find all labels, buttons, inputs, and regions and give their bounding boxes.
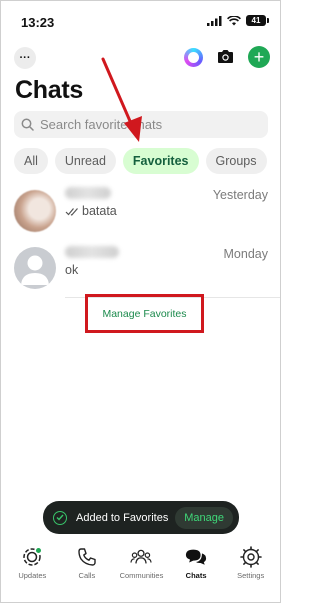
new-chat-button[interactable]: +	[248, 46, 270, 68]
gear-icon	[239, 546, 262, 568]
wifi-icon	[227, 15, 241, 25]
filter-chip-favorites[interactable]: Favorites	[122, 148, 199, 174]
chat-row[interactable]: Yesterday batata	[1, 185, 280, 245]
chat-preview: batata	[65, 204, 117, 218]
tab-calls[interactable]: Calls	[60, 546, 114, 602]
communities-icon	[130, 546, 153, 568]
page-title: Chats	[15, 76, 83, 104]
avatar	[14, 190, 56, 232]
phone-screen: 13:23 41 ··· + Chats Search favorite cha…	[0, 0, 281, 603]
search-icon	[21, 118, 34, 131]
chat-time: Yesterday	[212, 188, 268, 202]
manage-favorites-link[interactable]: Manage Favorites	[102, 308, 186, 320]
chat-preview: ok	[65, 263, 78, 277]
chat-time: Monday	[223, 247, 268, 261]
chat-preview-text: ok	[65, 263, 79, 277]
filter-chip-all[interactable]: All	[14, 148, 48, 174]
toast-notification: Added to Favorites Manage	[43, 501, 239, 534]
status-icons: 41	[207, 15, 269, 26]
battery-level: 41	[251, 16, 261, 25]
chat-name-blurred	[65, 187, 111, 199]
tab-label: Calls	[78, 571, 96, 580]
avatar	[14, 247, 56, 289]
chats-icon	[185, 546, 207, 568]
tab-label: Chats	[185, 571, 207, 580]
check-circle-icon	[53, 510, 67, 525]
tab-label: Settings	[237, 571, 265, 580]
annotation-highlight-box: Manage Favorites	[85, 294, 204, 333]
annotation-arrow	[101, 57, 142, 142]
camera-icon[interactable]	[217, 49, 234, 64]
more-options-button[interactable]: ···	[14, 47, 36, 69]
tab-communities[interactable]: Communities	[114, 546, 168, 602]
default-avatar-icon	[21, 255, 49, 285]
toast-message: Added to Favorites	[76, 511, 169, 524]
tab-settings[interactable]: Settings	[224, 546, 278, 602]
battery-icon: 41	[246, 15, 269, 26]
tab-label: Updates	[18, 571, 47, 580]
phone-icon	[76, 546, 98, 568]
bottom-tab-bar: Updates Calls Communities Chats Settings	[1, 541, 280, 602]
chat-name-blurred	[65, 246, 119, 258]
chat-preview-text: batata	[82, 204, 117, 218]
updates-icon	[21, 546, 43, 568]
ellipsis-icon: ···	[19, 51, 31, 64]
filter-chip-groups[interactable]: Groups	[205, 148, 267, 174]
tab-chats[interactable]: Chats	[169, 546, 223, 602]
tab-label: Communities	[119, 571, 164, 580]
filter-chips: All Unread Favorites Groups	[14, 148, 267, 174]
filter-chip-unread[interactable]: Unread	[54, 148, 116, 174]
tab-updates[interactable]: Updates	[5, 546, 59, 602]
status-bar: 13:23 41	[1, 1, 280, 41]
plus-icon: +	[253, 47, 265, 67]
meta-ai-icon[interactable]	[184, 48, 203, 67]
double-check-icon	[65, 207, 78, 216]
signal-icon	[207, 15, 222, 26]
toast-manage-button[interactable]: Manage	[175, 506, 233, 529]
status-time: 13:23	[21, 15, 55, 30]
